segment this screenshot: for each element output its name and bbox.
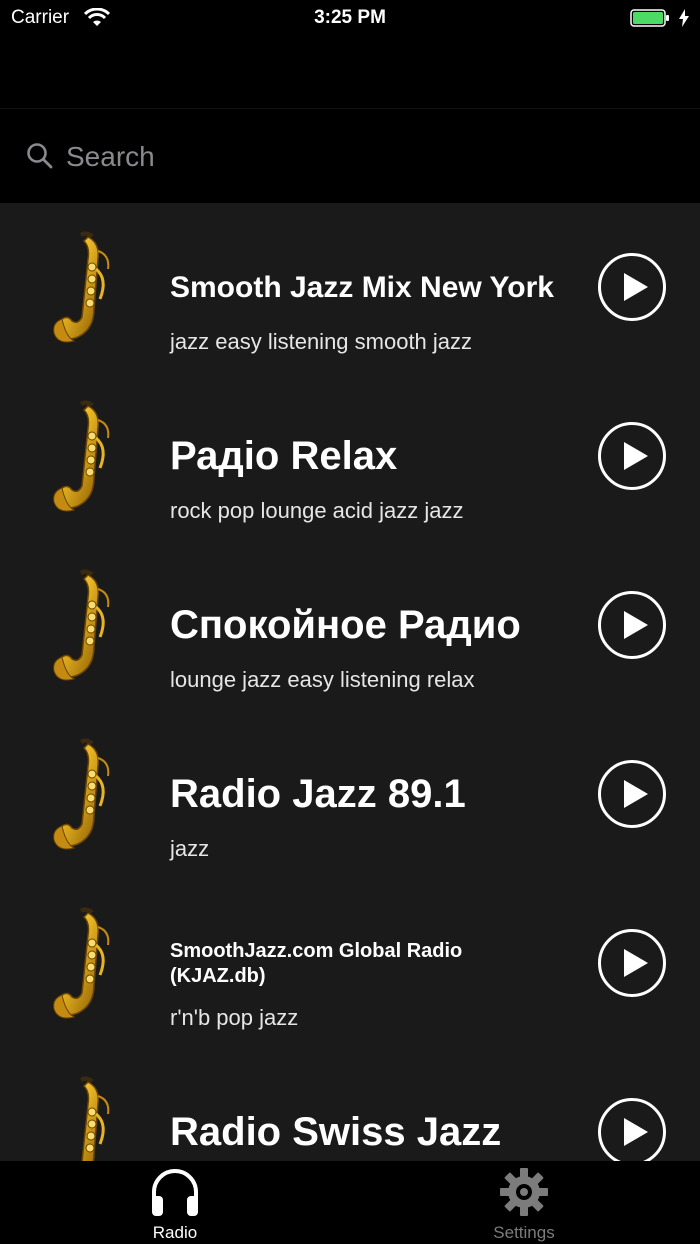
battery-icon xyxy=(630,9,669,27)
station-name: Radio Swiss Jazz xyxy=(170,1110,502,1154)
station-name: Smooth Jazz Mix New York xyxy=(170,271,554,304)
charging-bolt-icon xyxy=(679,9,689,27)
station-list: Smooth Jazz Mix New York jazz easy liste… xyxy=(0,203,700,1161)
search-input[interactable] xyxy=(64,134,668,180)
clock-label: 3:25 PM xyxy=(314,7,386,28)
saxophone-icon xyxy=(52,398,110,513)
play-button[interactable] xyxy=(598,929,666,997)
station-name: Спокойное Радио xyxy=(170,603,521,647)
play-button[interactable] xyxy=(598,591,666,659)
play-button[interactable] xyxy=(598,760,666,828)
navigation-bar xyxy=(0,40,700,108)
station-tags: rock pop lounge acid jazz jazz xyxy=(170,498,464,523)
play-icon xyxy=(624,780,648,808)
station-row[interactable]: Smooth Jazz Mix New York jazz easy liste… xyxy=(0,203,700,372)
play-icon xyxy=(624,442,648,470)
play-icon xyxy=(624,611,648,639)
saxophone-icon xyxy=(52,905,110,1020)
tab-settings[interactable]: Settings xyxy=(424,1161,624,1244)
saxophone-icon xyxy=(52,1074,110,1161)
station-name: Radio Jazz 89.1 xyxy=(170,772,466,816)
tab-label: Settings xyxy=(493,1223,555,1242)
station-tags: lounge jazz easy listening relax xyxy=(170,667,475,692)
gear-icon xyxy=(500,1168,548,1216)
station-name: SmoothJazz.com Global Radio (KJAZ.db) xyxy=(170,940,463,987)
station-row[interactable]: Радio Relax rock pop lounge acid jazz ja… xyxy=(0,372,700,541)
play-icon xyxy=(624,1118,648,1146)
station-name: Радio Relax xyxy=(170,434,398,478)
search-icon xyxy=(27,143,53,169)
headphones-icon xyxy=(152,1169,198,1216)
play-icon xyxy=(624,273,648,301)
play-button[interactable] xyxy=(598,253,666,321)
station-tags: r'n'b pop jazz xyxy=(170,1005,299,1030)
station-tags: jazz xyxy=(170,836,210,861)
station-tags: jazz easy listening smooth jazz xyxy=(170,329,473,354)
tab-radio[interactable]: Radio xyxy=(75,1161,275,1244)
status-bar: Carrier 3:25 PM xyxy=(0,0,700,40)
tab-bar: Radio Settings xyxy=(0,1161,700,1244)
station-row[interactable]: Radio Swiss Jazz xyxy=(0,1048,700,1161)
tab-label: Radio xyxy=(152,1223,198,1242)
play-button[interactable] xyxy=(598,422,666,490)
saxophone-icon xyxy=(52,229,110,344)
saxophone-icon xyxy=(52,736,110,851)
play-icon xyxy=(624,949,648,977)
saxophone-icon xyxy=(52,567,110,682)
station-row[interactable]: SmoothJazz.com Global Radio (KJAZ.db) r'… xyxy=(0,879,700,1048)
play-button[interactable] xyxy=(598,1098,666,1161)
station-row[interactable]: Спокойное Радио lounge jazz easy listeni… xyxy=(0,541,700,710)
station-row[interactable]: Radio Jazz 89.1 jazz xyxy=(0,710,700,879)
search-bar xyxy=(0,109,700,203)
